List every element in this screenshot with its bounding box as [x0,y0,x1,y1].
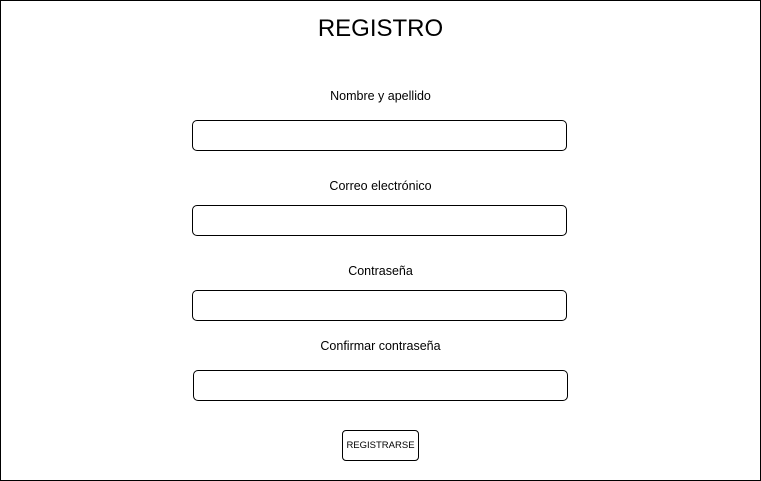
password-input[interactable] [192,290,567,321]
email-input[interactable] [192,205,567,236]
email-label: Correo electrónico [329,179,432,193]
registration-form-frame [0,0,761,481]
confirm-password-label: Confirmar contraseña [320,339,441,353]
full-name-input[interactable] [192,120,567,151]
register-button[interactable]: REGISTRARSE [342,430,419,461]
form-title: REGISTRO [317,15,444,42]
confirm-password-input[interactable] [193,370,568,401]
full-name-label: Nombre y apellido [330,89,431,103]
password-label: Contraseña [348,264,413,278]
